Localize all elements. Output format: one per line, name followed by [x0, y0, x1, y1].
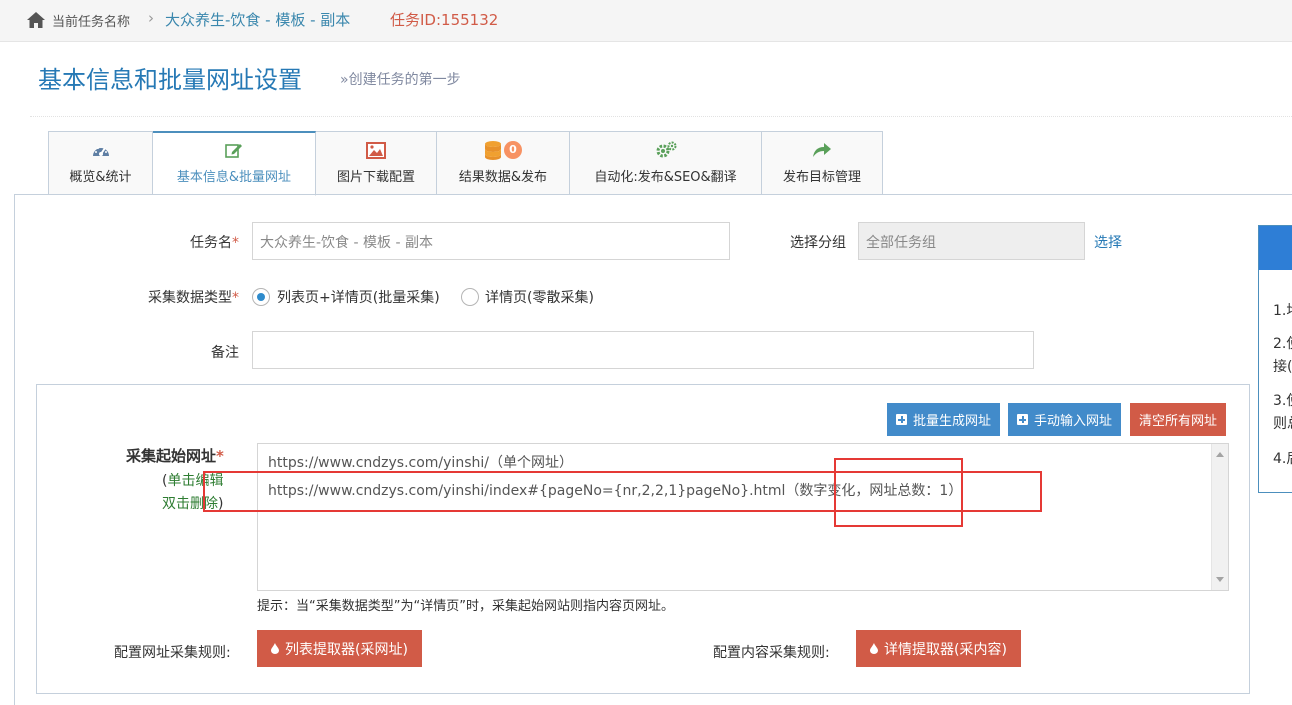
breadcrumb: 当前任务名称 › 大众养生-饮食 - 模板 - 副本 任务ID:155132 — [0, 0, 1292, 42]
plus-icon — [896, 414, 907, 425]
tab-overview[interactable]: 概览&统计 — [48, 131, 153, 195]
task-name-label: 任务名* — [190, 235, 239, 251]
click-edit-hint: (单击编辑 — [162, 473, 224, 489]
tab-results-publish[interactable]: 0 结果数据&发布 — [437, 131, 570, 195]
share-icon — [812, 140, 832, 160]
page-subtitle: »创建任务的第一步 — [340, 72, 461, 88]
help-item: 则总 — [1273, 416, 1292, 432]
tab-label: 结果数据&发布 — [458, 170, 548, 185]
tab-label: 图片下载配置 — [336, 170, 415, 185]
dblclick-delete-hint: 双击删除) — [162, 496, 224, 512]
content-rule-label: 配置内容采集规则: — [713, 645, 830, 661]
tab-publish-targets[interactable]: 发布目标管理 — [762, 131, 883, 195]
tab-label: 基本信息&批量网址 — [176, 170, 292, 185]
picture-icon — [366, 140, 386, 160]
scroll-down-arrow-icon[interactable] — [1216, 577, 1224, 582]
group-select-link[interactable]: 选择 — [1094, 232, 1122, 252]
type-list-detail-radio[interactable] — [252, 288, 270, 306]
group-input[interactable]: 全部任务组 — [858, 222, 1085, 260]
start-urls-label: 采集起始网址* — [126, 447, 224, 465]
breadcrumb-task-name: 大众养生-饮食 - 模板 - 副本 — [165, 11, 351, 29]
type-list-detail-label[interactable]: 列表页+详情页(批量采集) — [277, 287, 440, 307]
help-item: 3.使 — [1273, 393, 1292, 409]
dashboard-icon — [91, 140, 111, 160]
tab-label: 自动化:发布&SEO&翻译 — [594, 170, 737, 185]
edit-icon — [225, 140, 243, 160]
note-label: 备注 — [211, 345, 239, 361]
group-label: 选择分组 — [790, 235, 846, 251]
manual-input-urls-button[interactable]: 手动输入网址 — [1008, 403, 1122, 436]
note-input[interactable] — [252, 331, 1034, 369]
list-rule-label: 配置网址采集规则: — [114, 645, 231, 661]
scrollbar[interactable] — [1211, 444, 1228, 590]
page-title: 基本信息和批量网址设置 — [38, 66, 302, 94]
fire-icon — [870, 643, 878, 654]
data-type-label: 采集数据类型* — [148, 290, 239, 306]
scroll-up-arrow-icon[interactable] — [1216, 452, 1224, 457]
breadcrumb-root[interactable]: 当前任务名称 — [52, 11, 130, 30]
help-item: 4.后 — [1273, 451, 1292, 467]
help-side-panel: 1.均 2.使 接( 3.使 则总 4.后 — [1258, 225, 1292, 493]
task-name-input[interactable]: 大众养生-饮食 - 模板 - 副本 — [252, 222, 730, 260]
plus-icon — [1017, 414, 1028, 425]
cogs-icon — [655, 140, 677, 160]
tab-automation[interactable]: 自动化:发布&SEO&翻译 — [570, 131, 762, 195]
detail-extractor-button[interactable]: 详情提取器(采内容) — [856, 630, 1021, 667]
clear-all-urls-button[interactable]: 清空所有网址 — [1130, 403, 1227, 436]
breadcrumb-task-id: 任务ID:155132 — [390, 11, 499, 29]
help-item: 1.均 — [1273, 303, 1292, 319]
tab-image-download[interactable]: 图片下载配置 — [316, 131, 437, 195]
help-item: 2.使 — [1273, 336, 1292, 352]
url-item[interactable]: https://www.cndzys.com/yinshi/（单个网址） — [268, 452, 573, 472]
title-divider — [30, 116, 1292, 117]
tab-label: 发布目标管理 — [782, 170, 861, 185]
tab-label: 概览&统计 — [69, 170, 132, 185]
type-detail-radio[interactable] — [461, 288, 479, 306]
breadcrumb-separator: › — [148, 9, 154, 27]
list-extractor-button[interactable]: 列表提取器(采网址) — [257, 630, 422, 667]
fire-icon — [271, 643, 279, 654]
batch-generate-urls-button[interactable]: 批量生成网址 — [887, 403, 1001, 436]
tab-basic-info[interactable]: 基本信息&批量网址 — [153, 131, 316, 196]
type-detail-label[interactable]: 详情页(零散采集) — [485, 287, 594, 307]
results-count-badge: 0 — [504, 141, 522, 159]
start-urls-list[interactable]: https://www.cndzys.com/yinshi/（单个网址） htt… — [257, 443, 1229, 591]
url-type-tip: 提示：当“采集数据类型”为“详情页”时，采集起始网站则指内容页网址。 — [257, 599, 674, 614]
help-side-panel-header — [1259, 226, 1292, 270]
database-icon: 0 — [484, 140, 522, 160]
url-item[interactable]: https://www.cndzys.com/yinshi/index#{pag… — [268, 480, 962, 500]
help-item: 接( — [1273, 359, 1292, 375]
tab-bar: 概览&统计 基本信息&批量网址 图片下载配置 0 结果数据&发布 自动化:发布&… — [48, 131, 883, 196]
home-icon[interactable] — [26, 11, 46, 29]
